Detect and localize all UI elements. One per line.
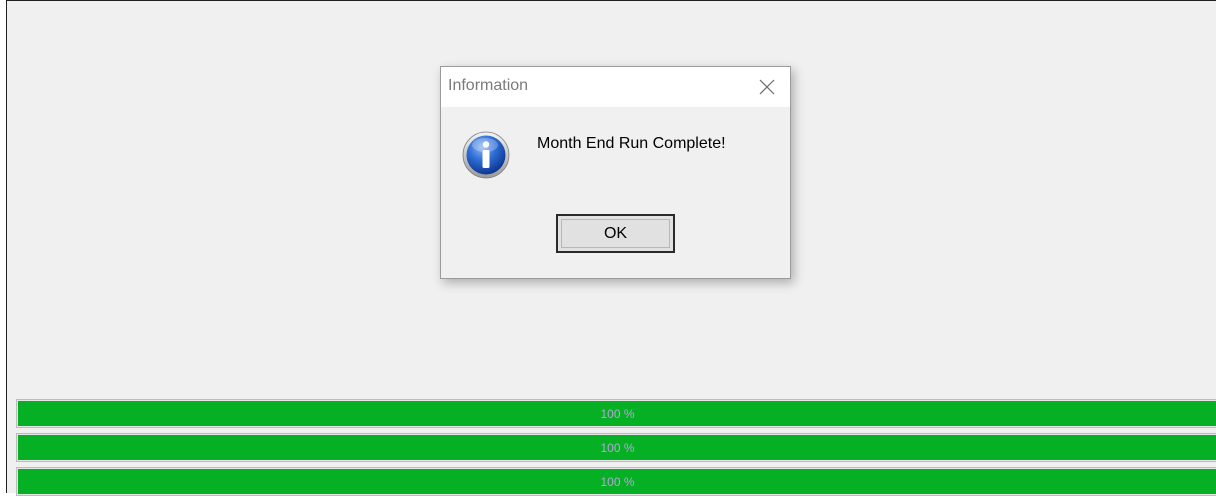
progress-label: 100 % [600,406,635,421]
dialog-message: Month End Run Complete! [537,135,726,152]
dialog-titlebar[interactable]: Information [441,67,790,107]
progress-bar: 100 % [16,433,1216,462]
dialog-title: Information [448,77,529,94]
progress-label: 100 % [600,440,635,455]
information-dialog: Information Month End Run Complete! OK [440,66,791,279]
ok-button[interactable]: OK [556,214,675,253]
ok-button-label: OK [603,224,628,242]
progress-bar: 100 % [16,467,1216,496]
main-window: Information Month End Run Complete! OK 1… [6,0,1216,496]
info-icon [462,131,510,179]
close-button[interactable] [744,67,790,107]
close-icon [759,79,775,95]
progress-label: 100 % [600,474,635,489]
progress-bar: 100 % [16,399,1216,428]
